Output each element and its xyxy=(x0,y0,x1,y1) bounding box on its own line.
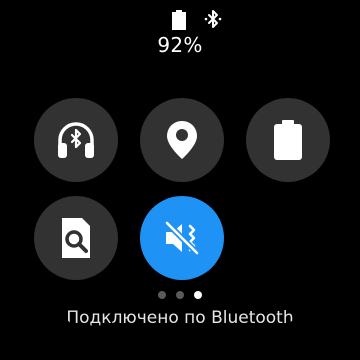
battery-percent: 92% xyxy=(157,33,203,57)
watch-screen: 92% Подключено по Bluetooth xyxy=(0,0,360,360)
page-dot xyxy=(158,291,166,299)
sound-mode-button[interactable] xyxy=(140,196,224,280)
power-saving-button[interactable] xyxy=(246,98,330,182)
status-bar xyxy=(0,8,360,30)
bluetooth-headset-icon xyxy=(58,122,94,158)
vibrate-mode-icon xyxy=(164,220,200,256)
find-phone-button[interactable] xyxy=(34,196,118,280)
bluetooth-headset-button[interactable] xyxy=(34,98,118,182)
connection-status: Подключено по Bluetooth xyxy=(66,308,294,328)
page-dot xyxy=(176,291,184,299)
find-phone-icon xyxy=(62,218,90,258)
page-indicator xyxy=(0,291,360,299)
battery-icon xyxy=(274,120,302,160)
location-button[interactable] xyxy=(140,98,224,182)
page-dot-current xyxy=(194,291,202,299)
battery-icon xyxy=(171,10,187,30)
bluetooth-icon xyxy=(203,9,225,31)
location-pin-icon xyxy=(167,121,197,159)
